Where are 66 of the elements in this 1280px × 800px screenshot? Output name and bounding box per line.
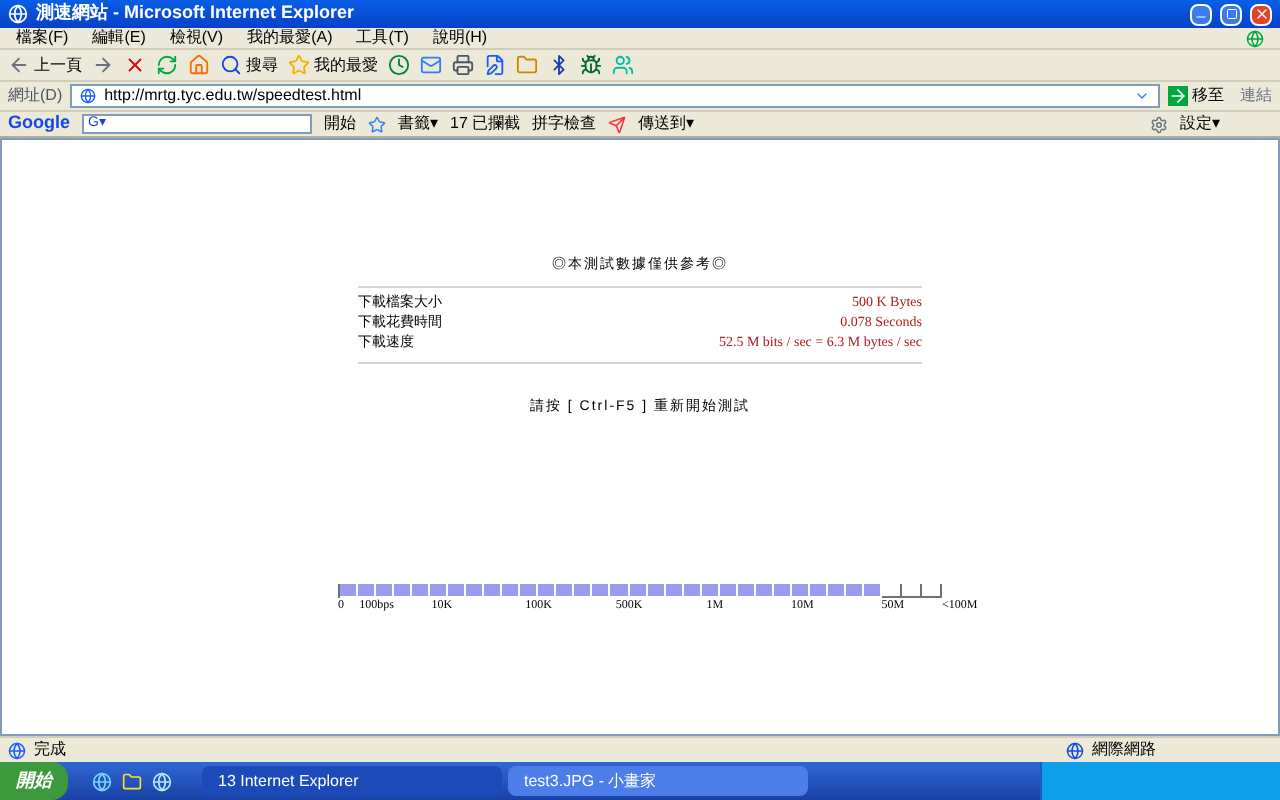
folder-icon[interactable] [122,771,142,791]
taskbar-button[interactable]: test3.JPG - 小畫家 [508,766,808,796]
toolbar-button[interactable]: 上一頁 [8,53,82,77]
back-arrow-icon [8,54,30,76]
mail-icon [420,54,442,76]
folder-icon [516,54,538,76]
menu-item[interactable]: 說明(H) [432,26,488,50]
go-button[interactable]: 移至 [1168,84,1224,108]
home-button[interactable] [188,54,210,76]
security-zone: 網際網路 [1092,738,1158,762]
popup-blocker-button[interactable]: 17 已攔截 [450,112,521,136]
spell-check-button[interactable]: 拼字檢查 [532,112,597,136]
folder-button[interactable] [516,54,538,76]
page-status-icon [8,741,26,759]
send-to-button[interactable]: 傳送到▾ [638,112,695,136]
browser-icon [8,4,28,24]
address-label: 網址(D) [8,84,63,108]
mail-button[interactable] [420,54,442,76]
google-logo: Google [8,110,70,137]
refresh-icon [156,54,178,76]
stop-button[interactable] [124,54,146,76]
bluetooth-button[interactable] [548,54,570,76]
start-button[interactable]: 開始 [324,112,356,136]
toolbar-button[interactable]: 搜尋 [220,53,278,77]
menu-item[interactable]: 檢視(V) [169,26,224,50]
globe-icon[interactable] [152,771,172,791]
bluetooth-icon [548,54,570,76]
close-button[interactable] [1250,3,1272,25]
window-title: 測速網站 - Microsoft Internet Explorer [36,0,357,27]
document-edit-icon [484,54,506,76]
menu-item[interactable]: 編輯(E) [92,26,146,50]
search-icon [220,54,242,76]
send-icon [608,115,627,133]
forward-arrow-button[interactable] [92,54,114,76]
clock-icon [388,54,410,76]
forward-arrow-icon [92,54,114,76]
refresh-button[interactable] [156,54,178,76]
home-icon [188,54,210,76]
start-button[interactable]: 開始 [0,762,68,800]
star-icon [368,115,386,133]
close-icon [1253,6,1269,22]
minimize-button[interactable] [1190,3,1212,25]
bookmarks-button[interactable]: 書籤▾ [398,112,438,136]
people-icon [612,54,634,76]
menu-item[interactable]: 工具(T) [356,26,409,50]
clock-button[interactable] [388,54,410,76]
browser-icon[interactable] [92,771,112,791]
dropdown-icon[interactable] [1134,88,1150,104]
settings-icon [1150,115,1168,133]
address-field[interactable]: http://mrtg.tyc.edu.tw/speedtest.html [70,84,1160,108]
star-icon [288,54,310,76]
page-icon [80,88,97,104]
printer-icon [452,54,474,76]
links-label[interactable]: 連結 [1240,84,1272,108]
stop-icon [124,54,146,76]
status-text: 完成 [34,738,68,762]
taskbar-button[interactable]: 13 Internet Explorer [202,766,502,796]
printer-button[interactable] [452,54,474,76]
toolbar-button[interactable]: 我的最愛 [288,53,378,77]
document-edit-button[interactable] [484,54,506,76]
globe-icon [1066,741,1084,759]
menu-item[interactable]: 檔案(F) [16,26,69,50]
maximize-button[interactable] [1220,3,1242,25]
menu-item[interactable]: 我的最愛(A) [247,26,333,50]
settings-button[interactable]: 設定▾ [1180,112,1220,136]
maximize-icon [1225,8,1237,20]
